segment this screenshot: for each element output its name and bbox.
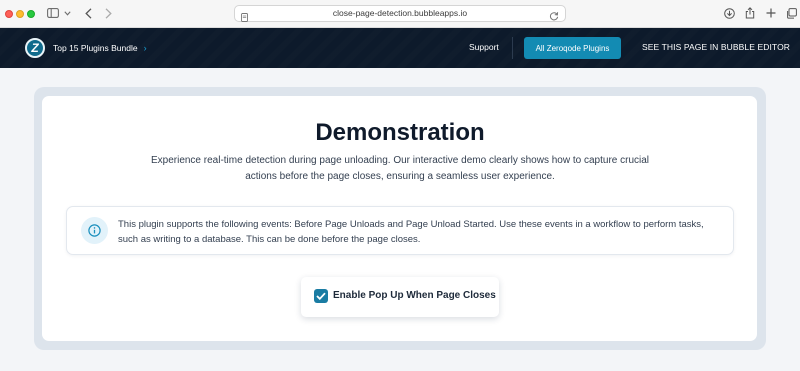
popup-toggle-card[interactable]: Enable Pop Up When Page Closes (301, 277, 499, 317)
chevron-right-icon: › (143, 43, 147, 53)
back-icon[interactable] (83, 4, 93, 22)
close-window-button[interactable] (5, 10, 13, 18)
chevron-down-icon[interactable] (63, 4, 71, 22)
minimize-window-button[interactable] (16, 10, 24, 18)
url-text: close-page-detection.bubbleapps.io (332, 8, 468, 18)
sidebar-icon[interactable] (46, 4, 60, 22)
info-callout: This plugin supports the following event… (66, 206, 734, 255)
address-bar[interactable]: close-page-detection.bubbleapps.io (234, 5, 566, 22)
bubble-editor-link[interactable]: SEE THIS PAGE IN BUBBLE EDITOR (642, 42, 790, 52)
checkmark-icon (316, 292, 326, 300)
browser-toolbar: close-page-detection.bubbleapps.io (0, 0, 800, 28)
bundle-link[interactable]: Top 15 Plugins Bundle › (53, 41, 147, 55)
all-plugins-button[interactable]: All Zeroqode Plugins (524, 37, 621, 59)
popup-checkbox[interactable] (314, 289, 328, 303)
download-icon[interactable] (723, 4, 735, 22)
reload-icon[interactable] (549, 8, 559, 26)
page-subtitle: Experience real-time detection during pa… (150, 155, 650, 182)
info-text: This plugin supports the following event… (118, 219, 704, 245)
page-title: Demonstration (315, 119, 485, 146)
popup-checkbox-label[interactable]: Enable Pop Up When Page Closes (333, 290, 496, 301)
new-tab-icon[interactable] (765, 4, 777, 22)
zoom-window-button[interactable] (27, 10, 35, 18)
bundle-label: Top 15 Plugins Bundle (53, 43, 138, 53)
tabs-icon[interactable] (785, 4, 797, 22)
info-icon (81, 217, 108, 244)
nav-divider (512, 37, 513, 59)
top-navigation: Z Top 15 Plugins Bundle › Support All Ze… (0, 28, 800, 68)
zeroqode-logo[interactable]: Z (25, 38, 45, 58)
forward-icon[interactable] (103, 4, 113, 22)
support-link[interactable]: Support (469, 42, 499, 52)
share-icon[interactable] (744, 4, 756, 22)
